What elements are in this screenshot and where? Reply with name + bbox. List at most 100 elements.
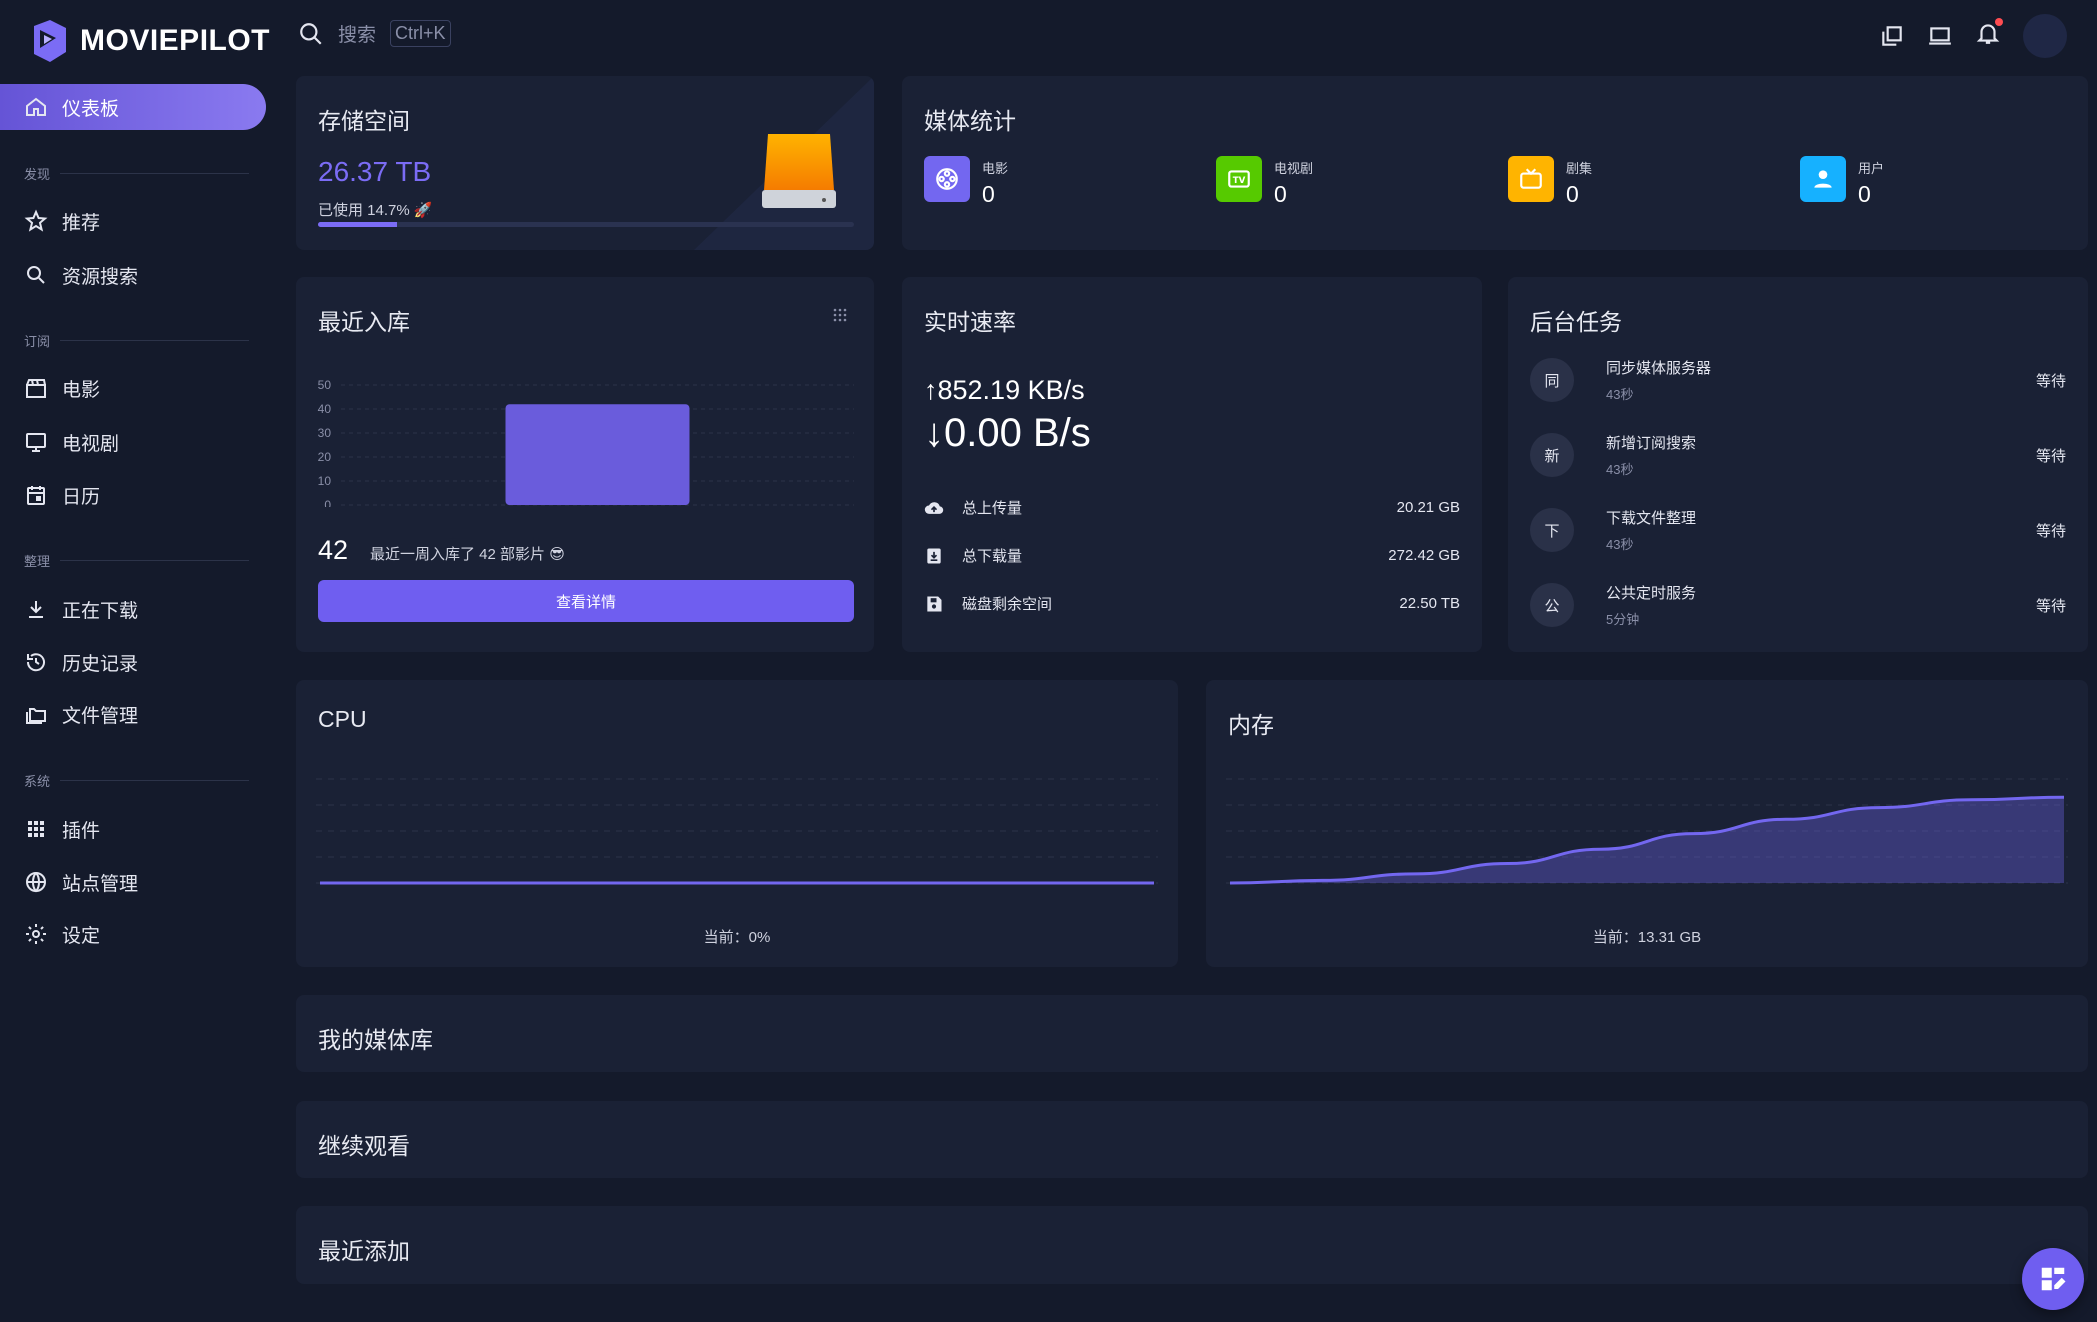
cloud-upload-icon	[924, 501, 944, 514]
disk-free-row: 磁盘剩余空间 22.50 TB	[924, 593, 1460, 614]
stat-users: 用户 0	[1800, 156, 1884, 208]
sidebar-item-plugins[interactable]: 插件	[0, 806, 266, 852]
dashboard-edit-icon	[2041, 1267, 2066, 1291]
download-icon	[29, 601, 43, 618]
memory-title: 内存	[1228, 712, 1274, 738]
speed-card: 实时速率 ↑852.19 KB/s ↓0.00 B/s 总上传量 20.21 G…	[902, 277, 1482, 652]
sidebar-item-site-manager[interactable]: 站点管理	[0, 859, 266, 905]
total-download-row: 总下载量 272.42 GB	[924, 545, 1460, 566]
bar[interactable]	[505, 404, 690, 505]
task-item[interactable]: 公 公共定时服务 5分钟 等待	[1530, 582, 2066, 628]
storage-progress-fill	[318, 222, 397, 227]
sidebar-item-file-manager[interactable]: 文件管理	[0, 691, 266, 737]
notification-dot	[1995, 18, 2003, 26]
sidebar-item-label: 电视剧	[62, 433, 120, 455]
task-badge: 公	[1530, 583, 1574, 627]
recently-added-section: 最近添加	[296, 1206, 2088, 1284]
task-badge: 同	[1530, 358, 1574, 402]
svg-text:TV: TV	[1233, 176, 1246, 186]
sidebar-item-resource-search[interactable]: 资源搜索	[0, 252, 266, 298]
home-icon	[26, 97, 46, 116]
television-icon	[1508, 156, 1554, 202]
star-icon	[24, 209, 48, 232]
search-icon	[300, 22, 322, 45]
cpu-card: CPU 当前：0%	[296, 680, 1178, 967]
search-shortcut: Ctrl+K	[390, 20, 451, 47]
media-stats-card: 媒体统计 电影 0 TV 电视剧 0 剧集 0 用户 0	[902, 76, 2088, 250]
storage-total: 26.37 TB	[318, 156, 432, 187]
y-tick-label: 0	[324, 498, 331, 507]
tv-icon: TV	[1216, 156, 1262, 202]
sidebar-item-label: 插件	[62, 820, 101, 842]
task-item[interactable]: 同 同步媒体服务器 43秒 等待	[1530, 357, 2066, 403]
nav-section-discover: 发现	[24, 164, 249, 183]
sidebar-item-settings[interactable]: 设定	[0, 911, 266, 957]
task-name: 公共定时服务	[1606, 585, 1697, 602]
app-name: MOVIEPILOT	[80, 24, 271, 57]
avatar[interactable]	[2023, 14, 2067, 58]
sidebar-item-movies[interactable]: 电影	[0, 365, 266, 411]
view-details-button[interactable]: 查看详情	[318, 580, 854, 622]
upload-speed: ↑852.19 KB/s	[924, 375, 1085, 405]
task-status: 等待	[2035, 597, 2066, 615]
task-time: 43秒	[1606, 537, 1634, 552]
gear-icon	[26, 924, 46, 944]
speed-row-value: 272.42 GB	[1388, 547, 1460, 564]
recent-count: 42	[318, 535, 349, 565]
sidebar-item-history[interactable]: 历史记录	[0, 639, 266, 685]
laptop-icon[interactable]	[1927, 23, 1953, 49]
sidebar-item-downloading[interactable]: 正在下载	[0, 586, 266, 632]
sidebar-item-dashboard[interactable]: 仪表板	[0, 84, 266, 130]
sidebar-item-label: 正在下载	[62, 600, 139, 622]
nav-section-subscribe: 订阅	[24, 331, 249, 350]
task-item[interactable]: 下 下载文件整理 43秒 等待	[1530, 507, 2066, 553]
globe-icon	[26, 872, 46, 893]
app-logo[interactable]: MOVIEPILOT	[28, 18, 270, 64]
copy-icon[interactable]	[1879, 23, 1905, 49]
sidebar-item-tv[interactable]: 电视剧	[0, 419, 266, 465]
nav-section-organize: 整理	[24, 551, 249, 570]
bar-chart-svg: 50 40 30 20 10 0	[318, 378, 854, 512]
notifications-button[interactable]	[1975, 18, 2003, 52]
sidebar-item-label: 设定	[62, 925, 101, 947]
stat-label: 电视剧	[1274, 161, 1314, 176]
sidebar-item-label: 仪表板	[62, 98, 120, 120]
memory-card: 内存 当前：13.31 GB	[1206, 680, 2088, 967]
topbar-actions	[1879, 14, 2067, 58]
moviepilot-logo-icon	[34, 20, 66, 62]
task-time: 5分钟	[1606, 612, 1640, 627]
task-status: 等待	[2035, 447, 2066, 465]
history-icon	[26, 653, 45, 672]
stat-episodes: 剧集 0	[1508, 156, 1592, 208]
cpu-chart	[316, 775, 1158, 895]
section-title: 最近添加	[318, 1238, 410, 1264]
stat-label: 用户	[1858, 161, 1885, 176]
task-status: 等待	[2035, 522, 2066, 540]
save-disk-icon	[927, 596, 942, 611]
recent-import-chart: 50 40 30 20 10 0	[296, 377, 874, 512]
stat-value: 0	[982, 181, 995, 207]
section-title: 继续观看	[318, 1133, 410, 1159]
sidebar-item-calendar[interactable]: 日历	[0, 472, 266, 518]
global-search[interactable]: 搜索 Ctrl+K	[298, 20, 451, 47]
sidebar-item-recommend[interactable]: 推荐	[0, 198, 266, 244]
more-grid-icon[interactable]	[832, 307, 848, 323]
stat-movies: 电影 0	[924, 156, 1008, 208]
stat-value: 0	[1274, 181, 1287, 207]
y-tick-label: 30	[318, 426, 332, 440]
y-tick-label: 10	[318, 474, 332, 488]
recent-import-card: 最近入库 50 40 30 20 10 0 42 最近一周入库了 42 部影片 😎 查看详…	[296, 277, 874, 652]
task-item[interactable]: 新 新增订阅搜索 43秒 等待	[1530, 432, 2066, 478]
sidebar-item-label: 资源搜索	[62, 266, 139, 288]
user-icon	[1800, 156, 1846, 202]
hard-drive-icon	[762, 134, 836, 208]
memory-current: 当前：13.31 GB	[1592, 929, 1702, 946]
speed-row-label: 总上传量	[962, 500, 1023, 517]
sidebar-item-label: 电影	[62, 379, 101, 401]
customize-layout-button[interactable]	[2022, 1248, 2084, 1310]
task-name: 下载文件整理	[1606, 510, 1697, 527]
my-library-section: 我的媒体库	[296, 995, 2088, 1072]
sidebar: MOVIEPILOT 仪表板 发现 推荐 资源搜索 订阅 电影 电视剧 日历 整…	[0, 0, 280, 1322]
speed-row-label: 磁盘剩余空间	[962, 596, 1053, 613]
calendar-icon	[27, 486, 45, 505]
